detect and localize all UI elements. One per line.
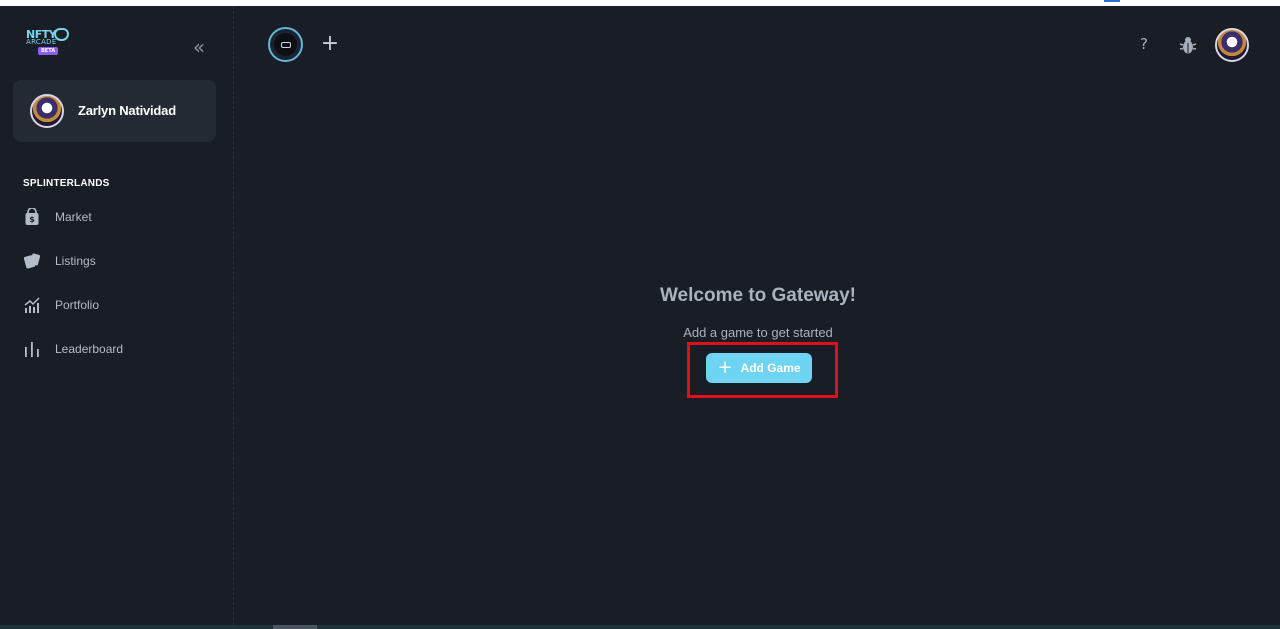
bug-report-icon[interactable] — [1178, 34, 1198, 56]
bars-icon — [22, 339, 42, 359]
game-tab-splinterlands[interactable] — [268, 27, 303, 62]
horizontal-scrollbar-thumb[interactable] — [273, 625, 317, 629]
logo-line2: ARCADE — [26, 38, 57, 46]
user-card[interactable]: Zarlyn Natividad — [13, 80, 216, 142]
svg-text:$: $ — [29, 215, 35, 224]
user-name: Zarlyn Natividad — [78, 103, 176, 118]
nfty-arcade-logo[interactable]: NFTY ARCADE BETA — [24, 26, 72, 58]
sidebar-item-label: Listings — [55, 254, 96, 268]
sidebar-item-label: Market — [55, 210, 92, 224]
welcome-subtitle: Add a game to get started — [683, 325, 833, 340]
add-game-button[interactable]: + Add Game — [706, 353, 812, 383]
avatar — [30, 94, 64, 128]
beta-badge: BETA — [38, 47, 59, 55]
add-game-tab-button[interactable]: + — [318, 33, 342, 57]
add-game-label: Add Game — [740, 361, 801, 375]
sidebar-item-listings[interactable]: Listings — [22, 248, 222, 274]
sidebar-item-portfolio[interactable]: Portfolio — [22, 292, 222, 318]
sidebar-item-label: Portfolio — [55, 298, 100, 312]
sidebar: NFTY ARCADE BETA « Zarlyn Natividad SPLI… — [0, 6, 234, 625]
profile-avatar[interactable] — [1215, 28, 1249, 62]
sidebar-item-label: Leaderboard — [55, 342, 124, 356]
sidebar-item-market[interactable]: $ Market — [22, 204, 222, 230]
gamepad-icon — [54, 28, 69, 41]
bottom-scroll-track — [0, 625, 1280, 629]
game-logo-icon — [274, 33, 297, 56]
chart-icon — [22, 295, 42, 315]
app-window: NFTY ARCADE BETA « Zarlyn Natividad SPLI… — [0, 6, 1280, 625]
sidebar-item-leaderboard[interactable]: Leaderboard — [22, 336, 222, 362]
cards-icon — [22, 251, 42, 271]
welcome-title: Welcome to Gateway! — [659, 285, 857, 306]
shopping-bag-icon: $ — [22, 207, 42, 227]
collapse-sidebar-button[interactable]: « — [188, 36, 210, 60]
plus-icon: + — [717, 357, 733, 378]
top-accent-bar — [1104, 0, 1120, 2]
help-icon[interactable]: ? — [1135, 35, 1153, 55]
section-title: SPLINTERLANDS — [23, 178, 110, 189]
